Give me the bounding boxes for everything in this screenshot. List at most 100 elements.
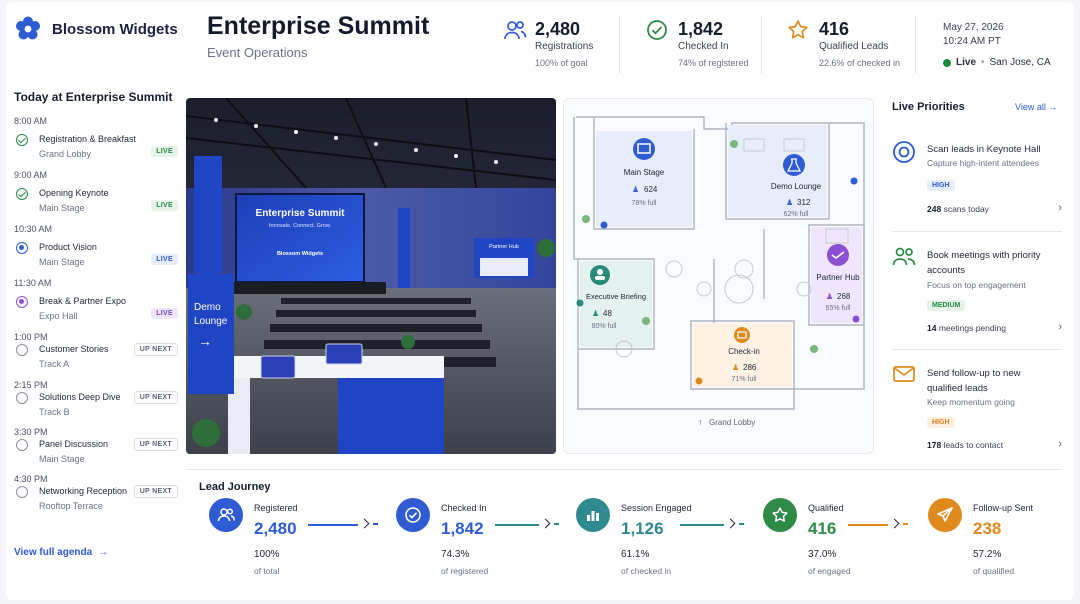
room-count: 48 bbox=[603, 309, 612, 318]
lounge-sign-line1: Demo bbox=[194, 302, 221, 313]
stage-name: Checked In bbox=[441, 503, 487, 513]
agenda-room: Rooftop Terrace bbox=[39, 501, 103, 511]
stat-value: 416 bbox=[819, 19, 850, 39]
completed-check-icon bbox=[16, 188, 28, 200]
stage-basis: of total bbox=[254, 566, 280, 576]
stage-percent: 74.3% bbox=[441, 549, 470, 560]
priority-card[interactable]: Scan leads in Keynote Hall Capture high-… bbox=[892, 140, 1062, 218]
screen-title: Enterprise Summit bbox=[256, 208, 346, 219]
upcoming-session-icon bbox=[16, 486, 28, 498]
view-all-link[interactable]: View all → bbox=[1015, 102, 1057, 112]
agenda-room: Main Stage bbox=[39, 203, 85, 213]
arrow-right-icon: → bbox=[1048, 102, 1058, 112]
stage-value: 1,842 bbox=[441, 519, 484, 538]
chevron-right-icon: › bbox=[1058, 202, 1062, 214]
divider bbox=[892, 349, 1062, 350]
agenda-item[interactable]: 10:30 AM Product Vision Main Stage LIVE bbox=[14, 220, 178, 274]
agenda-session-name: Customer Stories bbox=[39, 344, 109, 354]
agenda-time: 2:15 PM bbox=[14, 380, 48, 390]
room-name: Executive Briefing bbox=[586, 292, 646, 301]
upcoming-session-icon bbox=[16, 344, 28, 356]
entrance-label: Grand Lobby bbox=[709, 418, 755, 427]
chevron-right-icon: › bbox=[1058, 321, 1062, 333]
lounge-sign-line2: Lounge bbox=[194, 316, 228, 327]
agenda-session-name: Break & Partner Expo bbox=[39, 296, 127, 306]
priority-count-text: leads to contact bbox=[943, 440, 1004, 450]
svg-text:→: → bbox=[198, 333, 212, 349]
svg-text:♟: ♟ bbox=[732, 363, 739, 372]
agenda-room: Expo Hall bbox=[39, 311, 78, 321]
stage-value: 2,480 bbox=[254, 519, 297, 538]
stat-label: Checked In bbox=[678, 41, 729, 52]
people-icon bbox=[597, 269, 603, 275]
room-name: Demo Lounge bbox=[771, 182, 822, 191]
brand[interactable]: Blossom Widgets bbox=[14, 15, 178, 43]
agenda-room: Track B bbox=[39, 407, 70, 417]
stage-name: Session Engaged bbox=[621, 503, 692, 513]
users-icon bbox=[504, 21, 527, 40]
stage-name: Follow-up Sent bbox=[973, 503, 1034, 513]
people-icon bbox=[892, 247, 916, 266]
status-badge: LIVE bbox=[151, 146, 178, 157]
stage-basis: of qualified bbox=[973, 566, 1015, 576]
expo-session-icon bbox=[16, 296, 28, 308]
svg-text:♟: ♟ bbox=[632, 185, 639, 194]
date-text: May 27, 2026 bbox=[943, 22, 1004, 33]
stat-sub: 22.6% of checked in bbox=[819, 58, 901, 68]
agenda-room: Grand Lobby bbox=[39, 149, 92, 159]
agenda-session-name: Solutions Deep Dive bbox=[39, 392, 121, 402]
stage-percent: 100% bbox=[254, 549, 280, 560]
svg-text:♟: ♟ bbox=[786, 198, 793, 207]
chevron-right-icon: › bbox=[1058, 438, 1062, 450]
priority-desc: Capture high-intent attendees bbox=[927, 158, 1039, 168]
live-dot-icon bbox=[943, 58, 951, 67]
status-badge: UP NEXT bbox=[133, 438, 178, 451]
priority-count: 14 meetings pending bbox=[927, 323, 1006, 333]
stage-value: 416 bbox=[808, 519, 837, 538]
bar-chart-icon bbox=[576, 498, 610, 532]
priority-card[interactable]: Send follow-up to new qualified leads Ke… bbox=[892, 364, 1062, 452]
agenda-item[interactable]: 9:00 AM Opening Keynote Main Stage LIVE bbox=[14, 166, 178, 220]
upcoming-session-icon bbox=[16, 439, 28, 451]
agenda-time: 10:30 AM bbox=[14, 224, 53, 234]
journey-title: Lead Journey bbox=[199, 481, 271, 493]
stage-basis: of engaged bbox=[808, 566, 851, 576]
room-capacity: 71% full bbox=[732, 376, 757, 383]
agenda-item[interactable]: 3:30 PM Panel Discussion Main Stage UP N… bbox=[14, 423, 178, 470]
agenda-time: 9:00 AM bbox=[14, 170, 48, 180]
agenda-item[interactable]: 4:30 PM Networking Reception Rooftop Ter… bbox=[14, 470, 178, 517]
check-circle-icon bbox=[396, 498, 430, 532]
stage-percent: 37.0% bbox=[808, 549, 837, 560]
agenda-link-label: View full agenda bbox=[14, 547, 93, 558]
room-name: Main Stage bbox=[624, 168, 665, 177]
agenda-item[interactable]: 8:00 AM Registration & Breakfast Grand L… bbox=[14, 112, 178, 166]
status-badge: UP NEXT bbox=[133, 343, 178, 356]
datetime: May 27, 2026 10:24 AM PT bbox=[943, 21, 1004, 49]
status-location: San Jose, CA bbox=[989, 57, 1051, 68]
priority-card[interactable]: Book meetings with priority accounts Foc… bbox=[892, 246, 1062, 336]
room-capacity: 78% full bbox=[632, 200, 657, 207]
venue-floor-map[interactable]: Main Stage ♟ 624 78% full Demo Lounge ♟ … bbox=[563, 98, 874, 454]
current-session-icon bbox=[16, 242, 28, 254]
status-badge: UP NEXT bbox=[133, 391, 178, 404]
room-count: 624 bbox=[644, 185, 658, 194]
agenda-session-name: Panel Discussion bbox=[39, 439, 109, 449]
priority-title: Book meetings with priority accounts bbox=[927, 250, 1041, 276]
priority-count-value: 14 bbox=[927, 323, 937, 333]
agenda-time: 1:00 PM bbox=[14, 332, 48, 342]
flow-arrow bbox=[848, 523, 908, 526]
stage-value: 1,126 bbox=[621, 519, 664, 538]
agenda-title: Today at Enterprise Summit bbox=[14, 90, 173, 104]
agenda-item[interactable]: 1:00 PM Customer Stories Track A UP NEXT bbox=[14, 328, 178, 376]
floor-map-svg: Main Stage ♟ 624 78% full Demo Lounge ♟ … bbox=[573, 116, 865, 427]
priority-count-value: 178 bbox=[927, 440, 942, 450]
stat-value: 2,480 bbox=[535, 19, 581, 39]
agenda-item[interactable]: 2:15 PM Solutions Deep Dive Track B UP N… bbox=[14, 376, 178, 423]
agenda-session-name: Registration & Breakfast bbox=[39, 134, 137, 144]
stage-basis: of checked in bbox=[621, 566, 672, 576]
agenda-item[interactable]: 11:30 AM Break & Partner Expo Expo Hall … bbox=[14, 274, 178, 328]
view-full-agenda-link[interactable]: View full agenda → bbox=[14, 547, 108, 558]
room-count: 312 bbox=[797, 198, 811, 207]
status-badge: LIVE bbox=[151, 200, 178, 211]
booth-sign: Partner Hub bbox=[489, 244, 519, 250]
